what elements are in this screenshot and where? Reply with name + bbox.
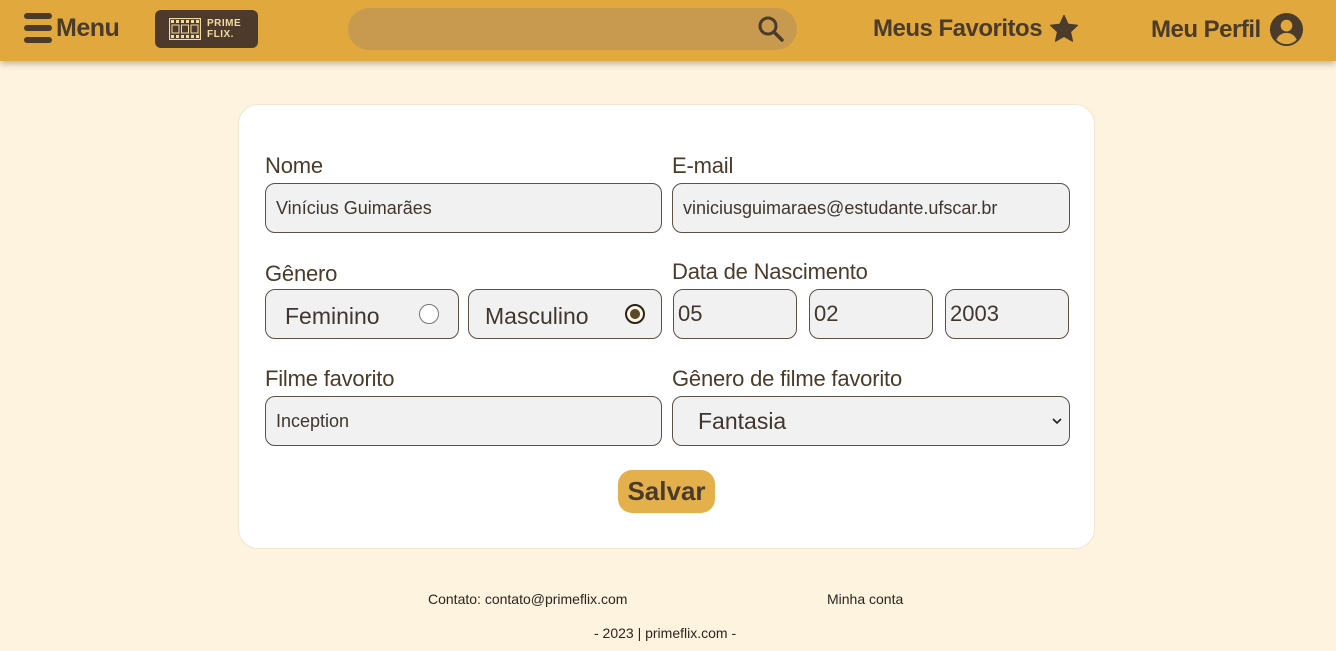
primeflix-logo[interactable]: PRIME FLIX. xyxy=(155,10,258,48)
contact-label: Contato: xyxy=(428,591,481,607)
search-input[interactable] xyxy=(366,16,746,42)
radio-feminino[interactable] xyxy=(419,304,439,324)
email-label: E-mail xyxy=(672,153,734,178)
birth-label: Data de Nascimento xyxy=(672,259,868,284)
genre-select-value: Fantasia xyxy=(698,408,787,434)
profile-label: Meu Perfil xyxy=(1151,15,1261,43)
birth-year-input[interactable] xyxy=(945,289,1069,339)
birth-day-input[interactable] xyxy=(673,289,797,339)
chevron-down-icon xyxy=(1052,418,1062,425)
genre-label: Gênero de filme favorito xyxy=(672,366,902,391)
user-circle-icon xyxy=(1269,12,1303,47)
search-bar xyxy=(348,8,797,50)
birth-month-input[interactable] xyxy=(809,289,933,339)
favorite-genre-select[interactable]: Fantasia xyxy=(672,396,1070,446)
nav-profile[interactable]: Meu Perfil xyxy=(1151,12,1304,47)
header-bar: Menu PRIME FLIX. Meus Favoritos Meu Perf… xyxy=(0,0,1336,61)
film-icon xyxy=(169,18,201,40)
nav-favorites[interactable]: Meus Favoritos xyxy=(873,13,1080,45)
contact-email-link[interactable]: contato@primeflix.com xyxy=(485,591,628,607)
gender-label: Gênero xyxy=(265,261,338,286)
name-label: Nome xyxy=(265,153,323,178)
my-account-link[interactable]: Minha conta xyxy=(827,591,903,607)
menu-icon xyxy=(24,13,52,43)
email-input[interactable] xyxy=(672,183,1070,233)
favorite-movie-input[interactable] xyxy=(265,396,662,446)
gender-option-masculino[interactable]: Masculino xyxy=(468,289,662,339)
search-icon[interactable] xyxy=(757,15,785,43)
favorites-label: Meus Favoritos xyxy=(873,15,1043,42)
menu-label: Menu xyxy=(56,13,120,42)
footer-contact: Contato: contato@primeflix.com xyxy=(428,591,627,607)
name-input[interactable] xyxy=(265,183,662,233)
logo-text: PRIME FLIX. xyxy=(207,18,242,40)
footer-copyright: - 2023 | primeflix.com - xyxy=(594,625,737,641)
menu-button[interactable]: Menu xyxy=(24,13,120,43)
movie-label: Filme favorito xyxy=(265,366,395,391)
save-button[interactable]: Salvar xyxy=(618,470,715,513)
star-icon xyxy=(1049,14,1079,42)
gender-option-feminino[interactable]: Feminino xyxy=(265,289,459,339)
gender-option-label: Masculino xyxy=(485,303,589,329)
gender-option-label: Feminino xyxy=(285,303,380,329)
radio-masculino[interactable] xyxy=(625,304,645,324)
